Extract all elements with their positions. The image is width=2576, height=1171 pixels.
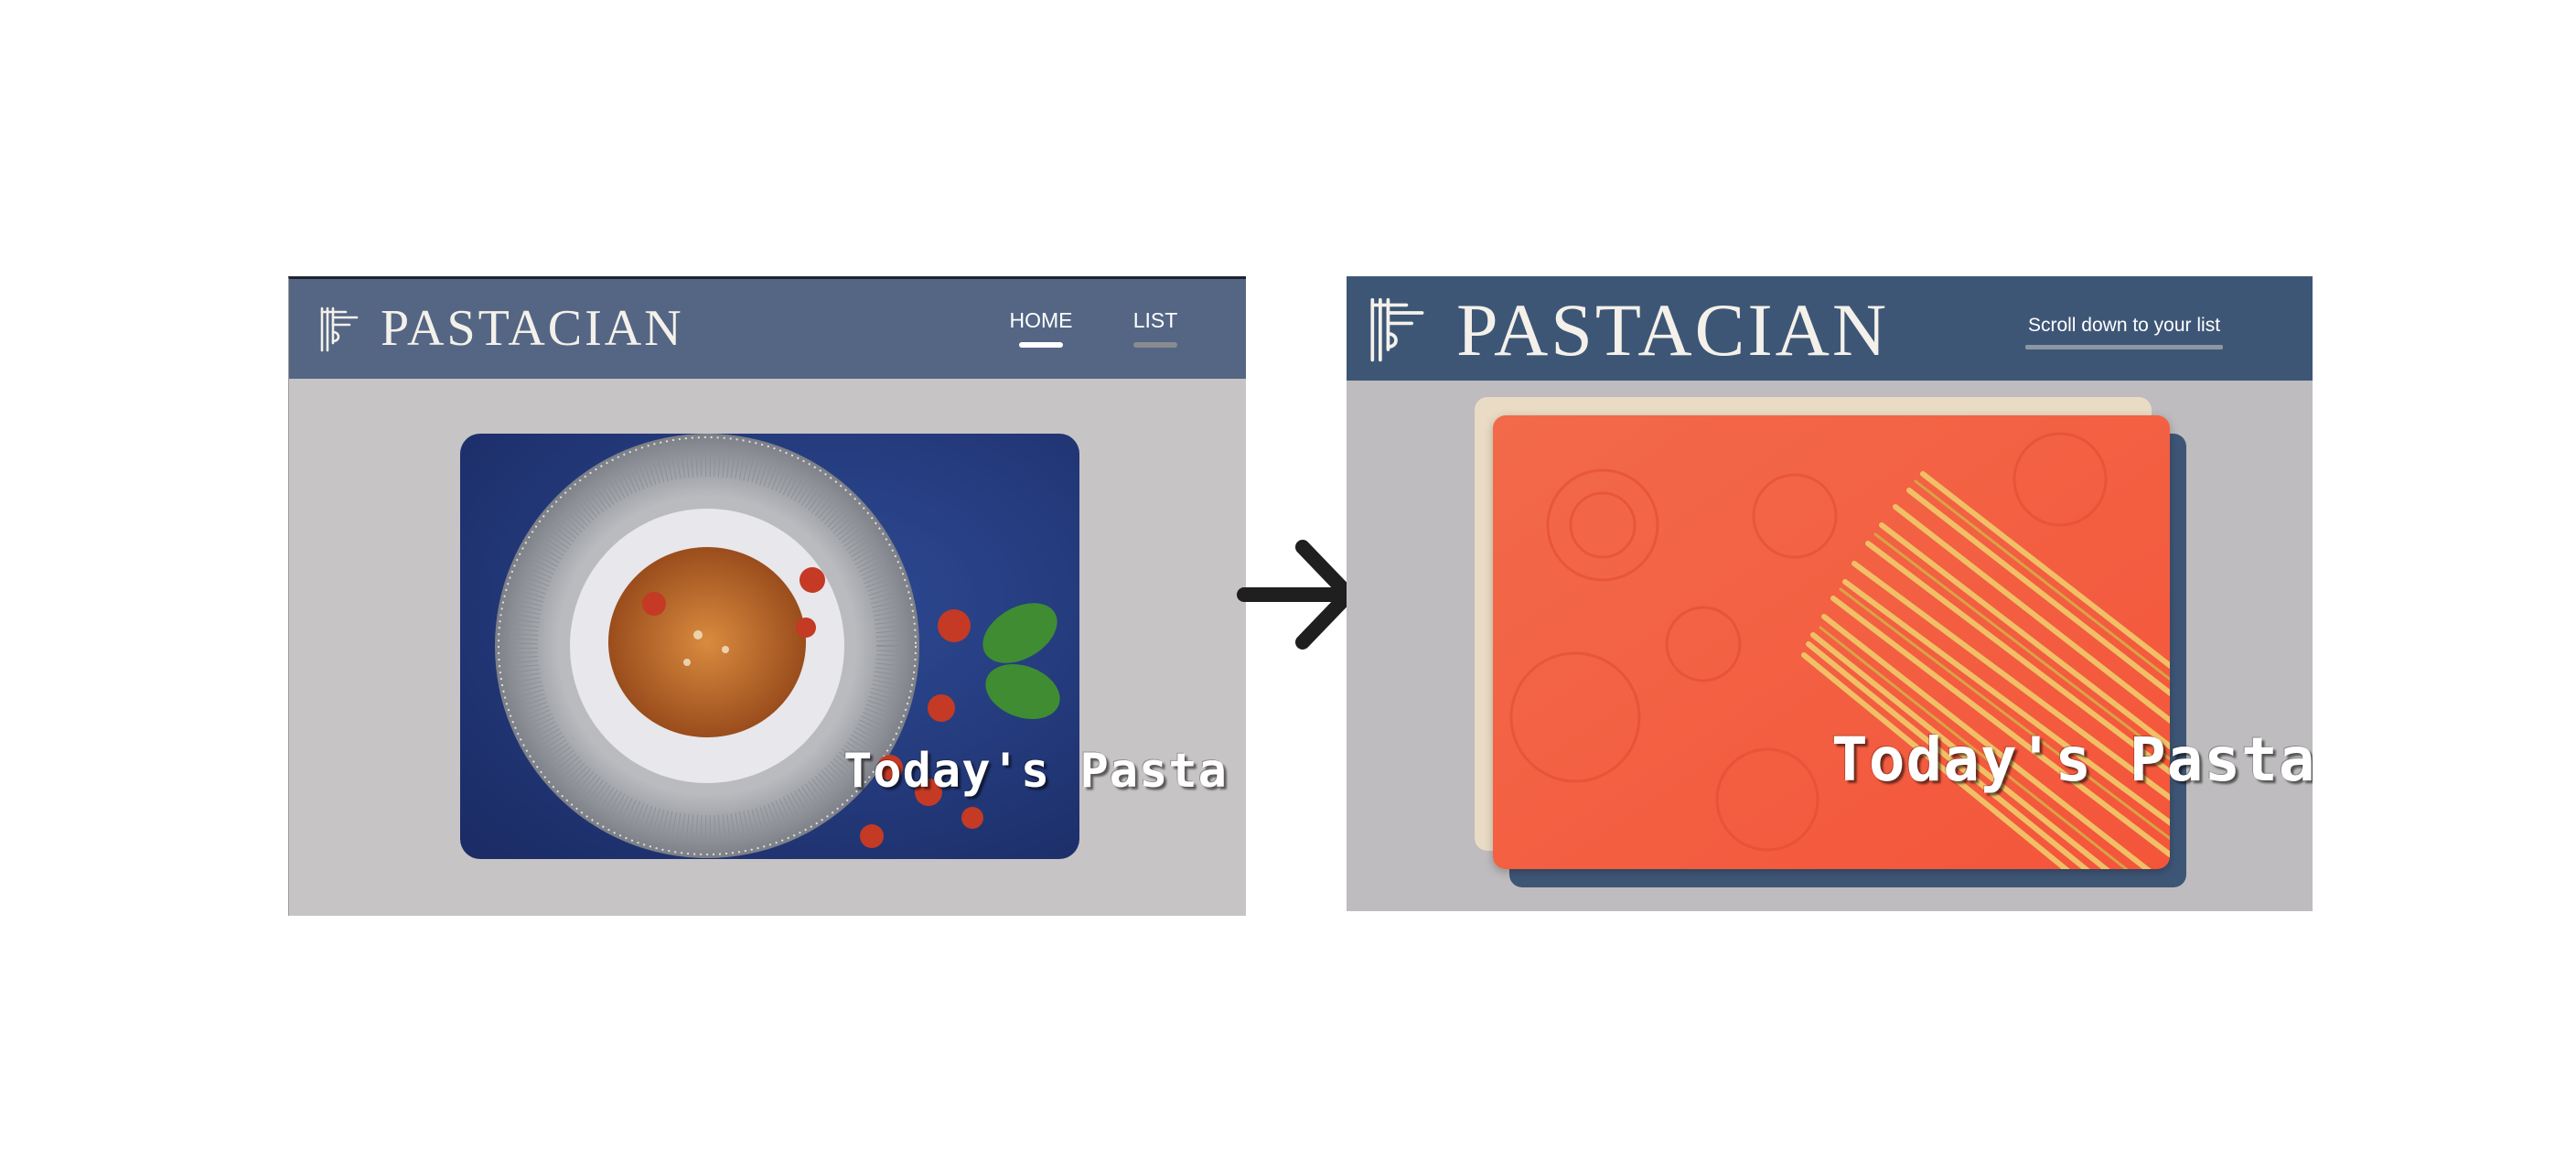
scroll-down-link[interactable]: Scroll down to your list [2025, 315, 2223, 349]
header: PASTACIAN Scroll down to your list [1347, 276, 2313, 381]
nav-list-underline [1133, 342, 1177, 348]
card-title: Today's Pasta [843, 744, 1228, 799]
before-screen: PASTACIAN HOME LIST Today's Pasta [288, 276, 1246, 916]
brand-wordmark[interactable]: PASTACIAN [381, 299, 684, 358]
nav-home-underline [1019, 342, 1063, 348]
nav-home-label: HOME [1009, 308, 1073, 332]
brand-wordmark[interactable]: PASTACIAN [1456, 289, 1889, 371]
nav-list[interactable]: LIST [1129, 308, 1182, 348]
after-screen: PASTACIAN Scroll down to your list Today… [1347, 276, 2313, 911]
scroll-hint-label: Scroll down to your list [2027, 315, 2221, 336]
card-title: Today's Pasta [1831, 725, 2313, 795]
arrow-right-icon [1233, 534, 1361, 653]
fork-logo-icon [1359, 295, 1433, 368]
nav-home[interactable]: HOME [1009, 308, 1073, 348]
nav-list-label: LIST [1132, 308, 1178, 332]
scroll-hint-underline [2025, 345, 2223, 349]
fork-logo-icon [315, 305, 362, 356]
header: PASTACIAN HOME LIST [289, 279, 1246, 379]
spaghetti-image[interactable] [1493, 415, 2170, 869]
